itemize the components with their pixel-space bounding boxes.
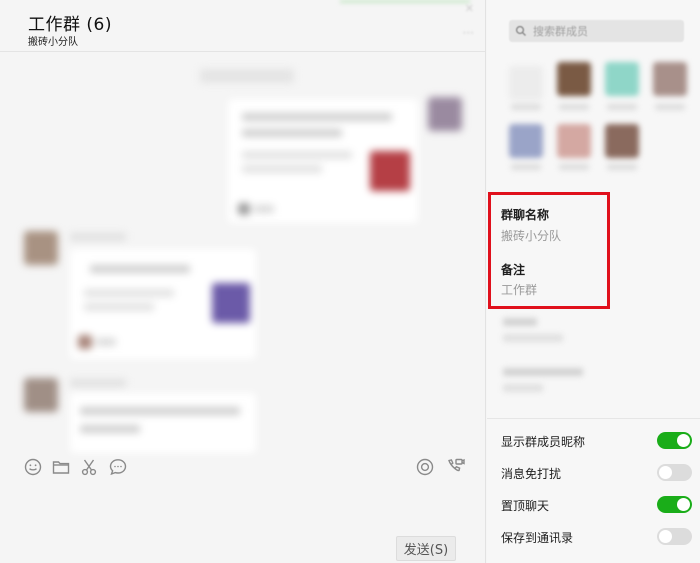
member-avatar[interactable] bbox=[509, 124, 543, 158]
ellipsis-icon[interactable]: ··· bbox=[463, 26, 474, 40]
member-avatar[interactable] bbox=[557, 124, 591, 158]
setting-label: 显示群成员昵称 bbox=[501, 435, 586, 449]
search-icon bbox=[515, 22, 527, 41]
emoji-icon[interactable] bbox=[22, 456, 44, 478]
member-avatar[interactable] bbox=[557, 62, 591, 96]
chat-header: 工作群 (6) 搬砖小分队 ✕ ··· bbox=[0, 0, 485, 52]
setting-label: 置顶聊天 bbox=[501, 499, 550, 513]
chat-subtitle: 搬砖小分队 bbox=[28, 37, 78, 48]
search-placeholder: 搜索群成员 bbox=[533, 25, 588, 38]
send-button[interactable]: 发送(S) bbox=[396, 536, 456, 561]
setting-show-nicknames[interactable]: 显示群成员昵称 bbox=[487, 425, 700, 457]
toggle-switch[interactable] bbox=[657, 496, 692, 513]
message-list[interactable] bbox=[0, 53, 485, 453]
chat-title: 工作群 (6) bbox=[28, 15, 112, 35]
live-icon[interactable] bbox=[414, 456, 436, 478]
divider bbox=[487, 418, 700, 419]
avatar[interactable] bbox=[24, 231, 58, 265]
setting-label: 消息免打扰 bbox=[501, 467, 562, 481]
sender-name bbox=[70, 379, 126, 387]
avatar[interactable] bbox=[24, 378, 58, 412]
chat-bubble-icon[interactable] bbox=[107, 456, 129, 478]
setting-mute[interactable]: 消息免打扰 bbox=[487, 457, 700, 489]
setting-save-contacts[interactable]: 保存到通讯录 bbox=[487, 521, 700, 553]
close-icon[interactable]: ✕ bbox=[465, 2, 474, 15]
timestamp-chip bbox=[200, 69, 294, 83]
blurred-info-rows bbox=[487, 310, 700, 410]
folder-icon[interactable] bbox=[50, 456, 72, 478]
toggle-switch[interactable] bbox=[657, 432, 692, 449]
add-member-icon[interactable] bbox=[509, 66, 543, 100]
setting-label: 保存到通讯录 bbox=[501, 531, 574, 545]
video-call-icon[interactable] bbox=[444, 456, 466, 478]
message-card[interactable] bbox=[70, 249, 256, 359]
input-toolbar bbox=[0, 448, 485, 488]
member-avatar[interactable] bbox=[605, 62, 639, 96]
member-avatar[interactable] bbox=[653, 62, 687, 96]
member-avatar[interactable] bbox=[605, 124, 639, 158]
message-card[interactable] bbox=[228, 99, 418, 223]
avatar[interactable] bbox=[428, 97, 462, 131]
highlight-box bbox=[488, 192, 610, 309]
top-progress-bar bbox=[340, 0, 470, 3]
chat-pane: 工作群 (6) 搬砖小分队 ✕ ··· 发送(S) bbox=[0, 0, 486, 563]
sender-name bbox=[70, 233, 126, 241]
toggle-switch[interactable] bbox=[657, 528, 692, 545]
scissors-icon[interactable] bbox=[78, 456, 100, 478]
member-search-input[interactable]: 搜索群成员 bbox=[509, 20, 684, 42]
member-grid[interactable] bbox=[487, 56, 700, 176]
message-card[interactable] bbox=[70, 393, 256, 453]
setting-pin-chat[interactable]: 置顶聊天 bbox=[487, 489, 700, 521]
toggle-switch[interactable] bbox=[657, 464, 692, 481]
